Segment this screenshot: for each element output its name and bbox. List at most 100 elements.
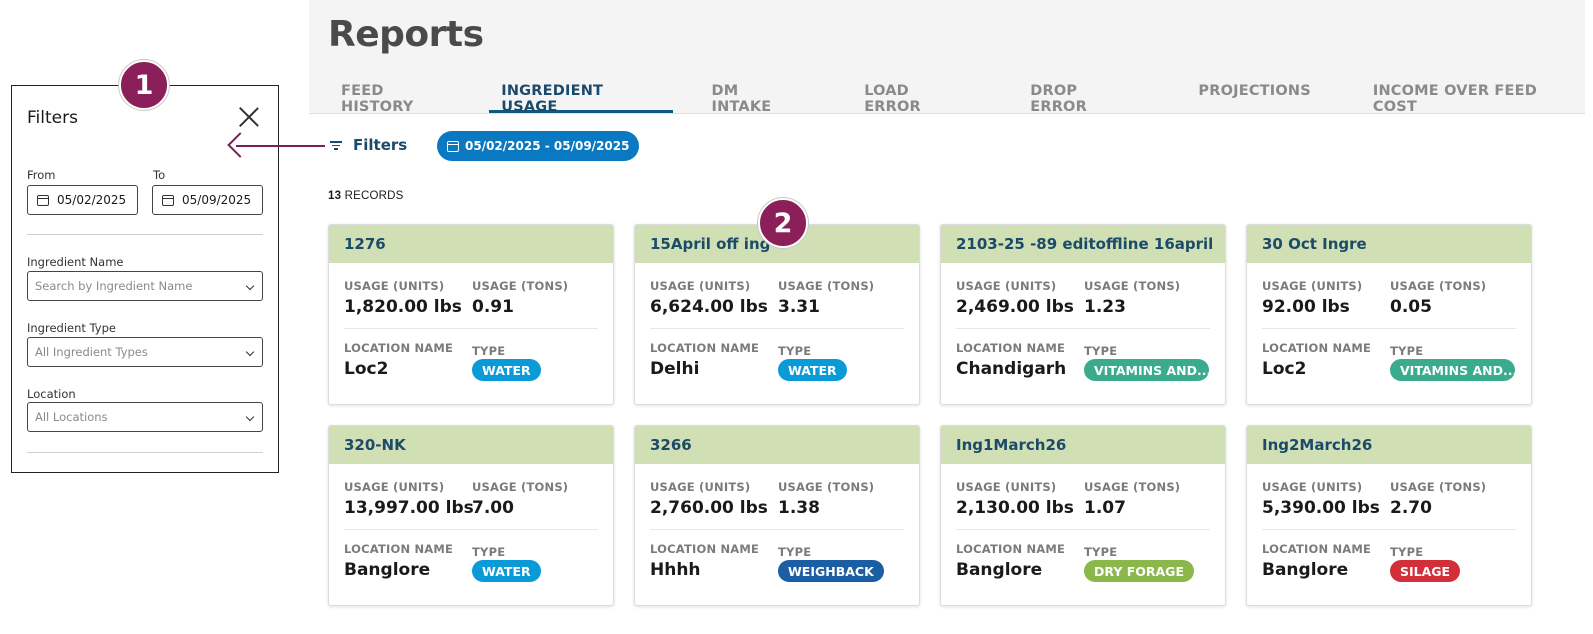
to-label: To xyxy=(153,168,166,182)
divider xyxy=(27,234,263,235)
type-label: TYPE xyxy=(1390,545,1424,559)
usage-units-value: 5,390.00 lbs xyxy=(1262,498,1380,518)
calendar-icon xyxy=(447,140,459,152)
usage-tons-label: USAGE (TONS) xyxy=(1084,279,1181,293)
tab-drop-error[interactable]: DROP ERROR xyxy=(1018,80,1148,115)
usage-units-label: USAGE (UNITS) xyxy=(1262,279,1363,293)
usage-tons-value: 1.38 xyxy=(778,498,820,518)
close-icon[interactable] xyxy=(238,106,260,128)
card-divider xyxy=(956,529,1210,530)
ingredient-name-search[interactable]: Search by Ingredient Name xyxy=(27,271,263,301)
records-number: 13 xyxy=(328,190,342,202)
ingredient-card[interactable]: 30 Oct Ingre USAGE (UNITS) USAGE (TONS) … xyxy=(1246,224,1532,405)
from-date-value: 05/02/2025 xyxy=(57,193,127,207)
tab-income-over-feed-cost[interactable]: INCOME OVER FEED COST xyxy=(1361,80,1593,115)
location-name-value: Banglore xyxy=(956,560,1043,580)
ingredient-card-body: USAGE (UNITS) USAGE (TONS) 6,624.00 lbs … xyxy=(635,263,919,404)
ingredient-card-title[interactable]: Ing1March26 xyxy=(941,426,1225,464)
type-badge: DRY FORAGE xyxy=(1084,560,1194,582)
to-date-field[interactable]: 05/09/2025 xyxy=(152,185,263,215)
location-name-label: LOCATION NAME xyxy=(650,542,760,556)
usage-tons-label: USAGE (TONS) xyxy=(1390,480,1487,494)
type-label: TYPE xyxy=(472,344,506,358)
tab-ingredient-usage[interactable]: INGREDIENT USAGE xyxy=(489,80,673,115)
location-label: Location xyxy=(27,387,76,401)
type-label: TYPE xyxy=(1390,344,1424,358)
location-name-value: Loc2 xyxy=(344,359,389,379)
usage-units-label: USAGE (UNITS) xyxy=(650,279,751,293)
type-label: TYPE xyxy=(778,344,812,358)
ingredient-card[interactable]: 3266 USAGE (UNITS) USAGE (TONS) 2,760.00… xyxy=(634,425,920,606)
usage-units-value: 2,130.00 lbs xyxy=(956,498,1074,518)
filters-button[interactable]: Filters xyxy=(329,136,407,154)
ingredient-card[interactable]: 2103-25 -89 editoffline 16april USAGE (U… xyxy=(940,224,1226,405)
card-divider xyxy=(956,328,1210,329)
type-badge: VITAMINS AND... xyxy=(1390,359,1515,381)
ingredient-type-select[interactable]: All Ingredient Types xyxy=(27,337,263,367)
usage-units-value: 2,760.00 lbs xyxy=(650,498,768,518)
type-badge: SILAGE xyxy=(1390,560,1461,582)
records-count: 13 RECORDS xyxy=(328,190,404,202)
type-label: TYPE xyxy=(778,545,812,559)
ingredient-card-title[interactable]: 2103-25 -89 editoffline 16april xyxy=(941,225,1225,263)
calendar-icon xyxy=(37,194,49,206)
ingredient-card-body: USAGE (UNITS) USAGE (TONS) 92.00 lbs 0.0… xyxy=(1247,263,1531,404)
ingredient-type-value: All Ingredient Types xyxy=(35,345,148,359)
type-badge: WATER xyxy=(472,359,541,381)
ingredient-card[interactable]: 320-NK USAGE (UNITS) USAGE (TONS) 13,997… xyxy=(328,425,614,606)
usage-units-label: USAGE (UNITS) xyxy=(956,279,1057,293)
records-label: RECORDS xyxy=(344,190,404,202)
ingredient-card-title[interactable]: 1276 xyxy=(329,225,613,263)
usage-tons-value: 2.70 xyxy=(1390,498,1432,518)
location-select[interactable]: All Locations xyxy=(27,402,263,432)
ingredient-card-title[interactable]: 3266 xyxy=(635,426,919,464)
from-label: From xyxy=(27,168,56,182)
chevron-down-icon xyxy=(245,412,255,422)
ingredient-card-body: USAGE (UNITS) USAGE (TONS) 2,130.00 lbs … xyxy=(941,464,1225,605)
location-name-label: LOCATION NAME xyxy=(956,542,1066,556)
usage-units-label: USAGE (UNITS) xyxy=(650,480,751,494)
tab-feed-history[interactable]: FEED HISTORY xyxy=(329,80,470,115)
usage-tons-label: USAGE (TONS) xyxy=(778,480,875,494)
ingredient-card-grid: 1276 USAGE (UNITS) USAGE (TONS) 1,820.00… xyxy=(328,224,1534,606)
ingredient-card-title[interactable]: 30 Oct Ingre xyxy=(1247,225,1531,263)
tab-dm-intake[interactable]: DM INTAKE xyxy=(700,80,814,115)
ingredient-card[interactable]: Ing1March26 USAGE (UNITS) USAGE (TONS) 2… xyxy=(940,425,1226,606)
location-name-label: LOCATION NAME xyxy=(1262,341,1372,355)
ingredient-card-body: USAGE (UNITS) USAGE (TONS) 1,820.00 lbs … xyxy=(329,263,613,404)
page-title: Reports xyxy=(328,14,484,55)
filter-panel-title: Filters xyxy=(27,108,78,128)
location-name-value: Hhhh xyxy=(650,560,701,580)
screenshot-root: Reports FEED HISTORY INGREDIENT USAGE DM… xyxy=(0,0,1593,634)
date-range-chip[interactable]: 05/02/2025 - 05/09/2025 xyxy=(437,131,640,161)
usage-units-value: 6,624.00 lbs xyxy=(650,297,768,317)
to-date-value: 05/09/2025 xyxy=(182,193,252,207)
location-name-label: LOCATION NAME xyxy=(344,341,454,355)
location-name-label: LOCATION NAME xyxy=(1262,542,1372,556)
ingredient-card-title[interactable]: 320-NK xyxy=(329,426,613,464)
usage-tons-label: USAGE (TONS) xyxy=(1084,480,1181,494)
ingredient-type-label: Ingredient Type xyxy=(27,321,116,335)
location-name-value: Banglore xyxy=(1262,560,1349,580)
usage-tons-value: 0.91 xyxy=(472,297,514,317)
from-date-field[interactable]: 05/02/2025 xyxy=(27,185,138,215)
date-range-text: 05/02/2025 - 05/09/2025 xyxy=(465,139,630,153)
ingredient-card-title[interactable]: Ing2March26 xyxy=(1247,426,1531,464)
location-name-value: Banglore xyxy=(344,560,431,580)
filters-button-label: Filters xyxy=(353,136,408,154)
ingredient-card[interactable]: 1276 USAGE (UNITS) USAGE (TONS) 1,820.00… xyxy=(328,224,614,405)
tab-projections[interactable]: PROJECTIONS xyxy=(1186,80,1322,113)
usage-units-label: USAGE (UNITS) xyxy=(344,279,445,293)
tab-load-error[interactable]: LOAD ERROR xyxy=(852,80,980,115)
ingredient-card[interactable]: Ing2March26 USAGE (UNITS) USAGE (TONS) 5… xyxy=(1246,425,1532,606)
usage-tons-label: USAGE (TONS) xyxy=(472,279,569,293)
usage-units-value: 92.00 lbs xyxy=(1262,297,1350,317)
scrollbar-track xyxy=(1585,0,1593,114)
location-name-label: LOCATION NAME xyxy=(650,341,760,355)
ingredient-card-body: USAGE (UNITS) USAGE (TONS) 2,760.00 lbs … xyxy=(635,464,919,605)
location-name-value: Loc2 xyxy=(1262,359,1307,379)
ingredient-card[interactable]: 15April off ing USAGE (UNITS) USAGE (TON… xyxy=(634,224,920,405)
card-divider xyxy=(650,328,904,329)
usage-tons-label: USAGE (TONS) xyxy=(1390,279,1487,293)
usage-units-label: USAGE (UNITS) xyxy=(1262,480,1363,494)
